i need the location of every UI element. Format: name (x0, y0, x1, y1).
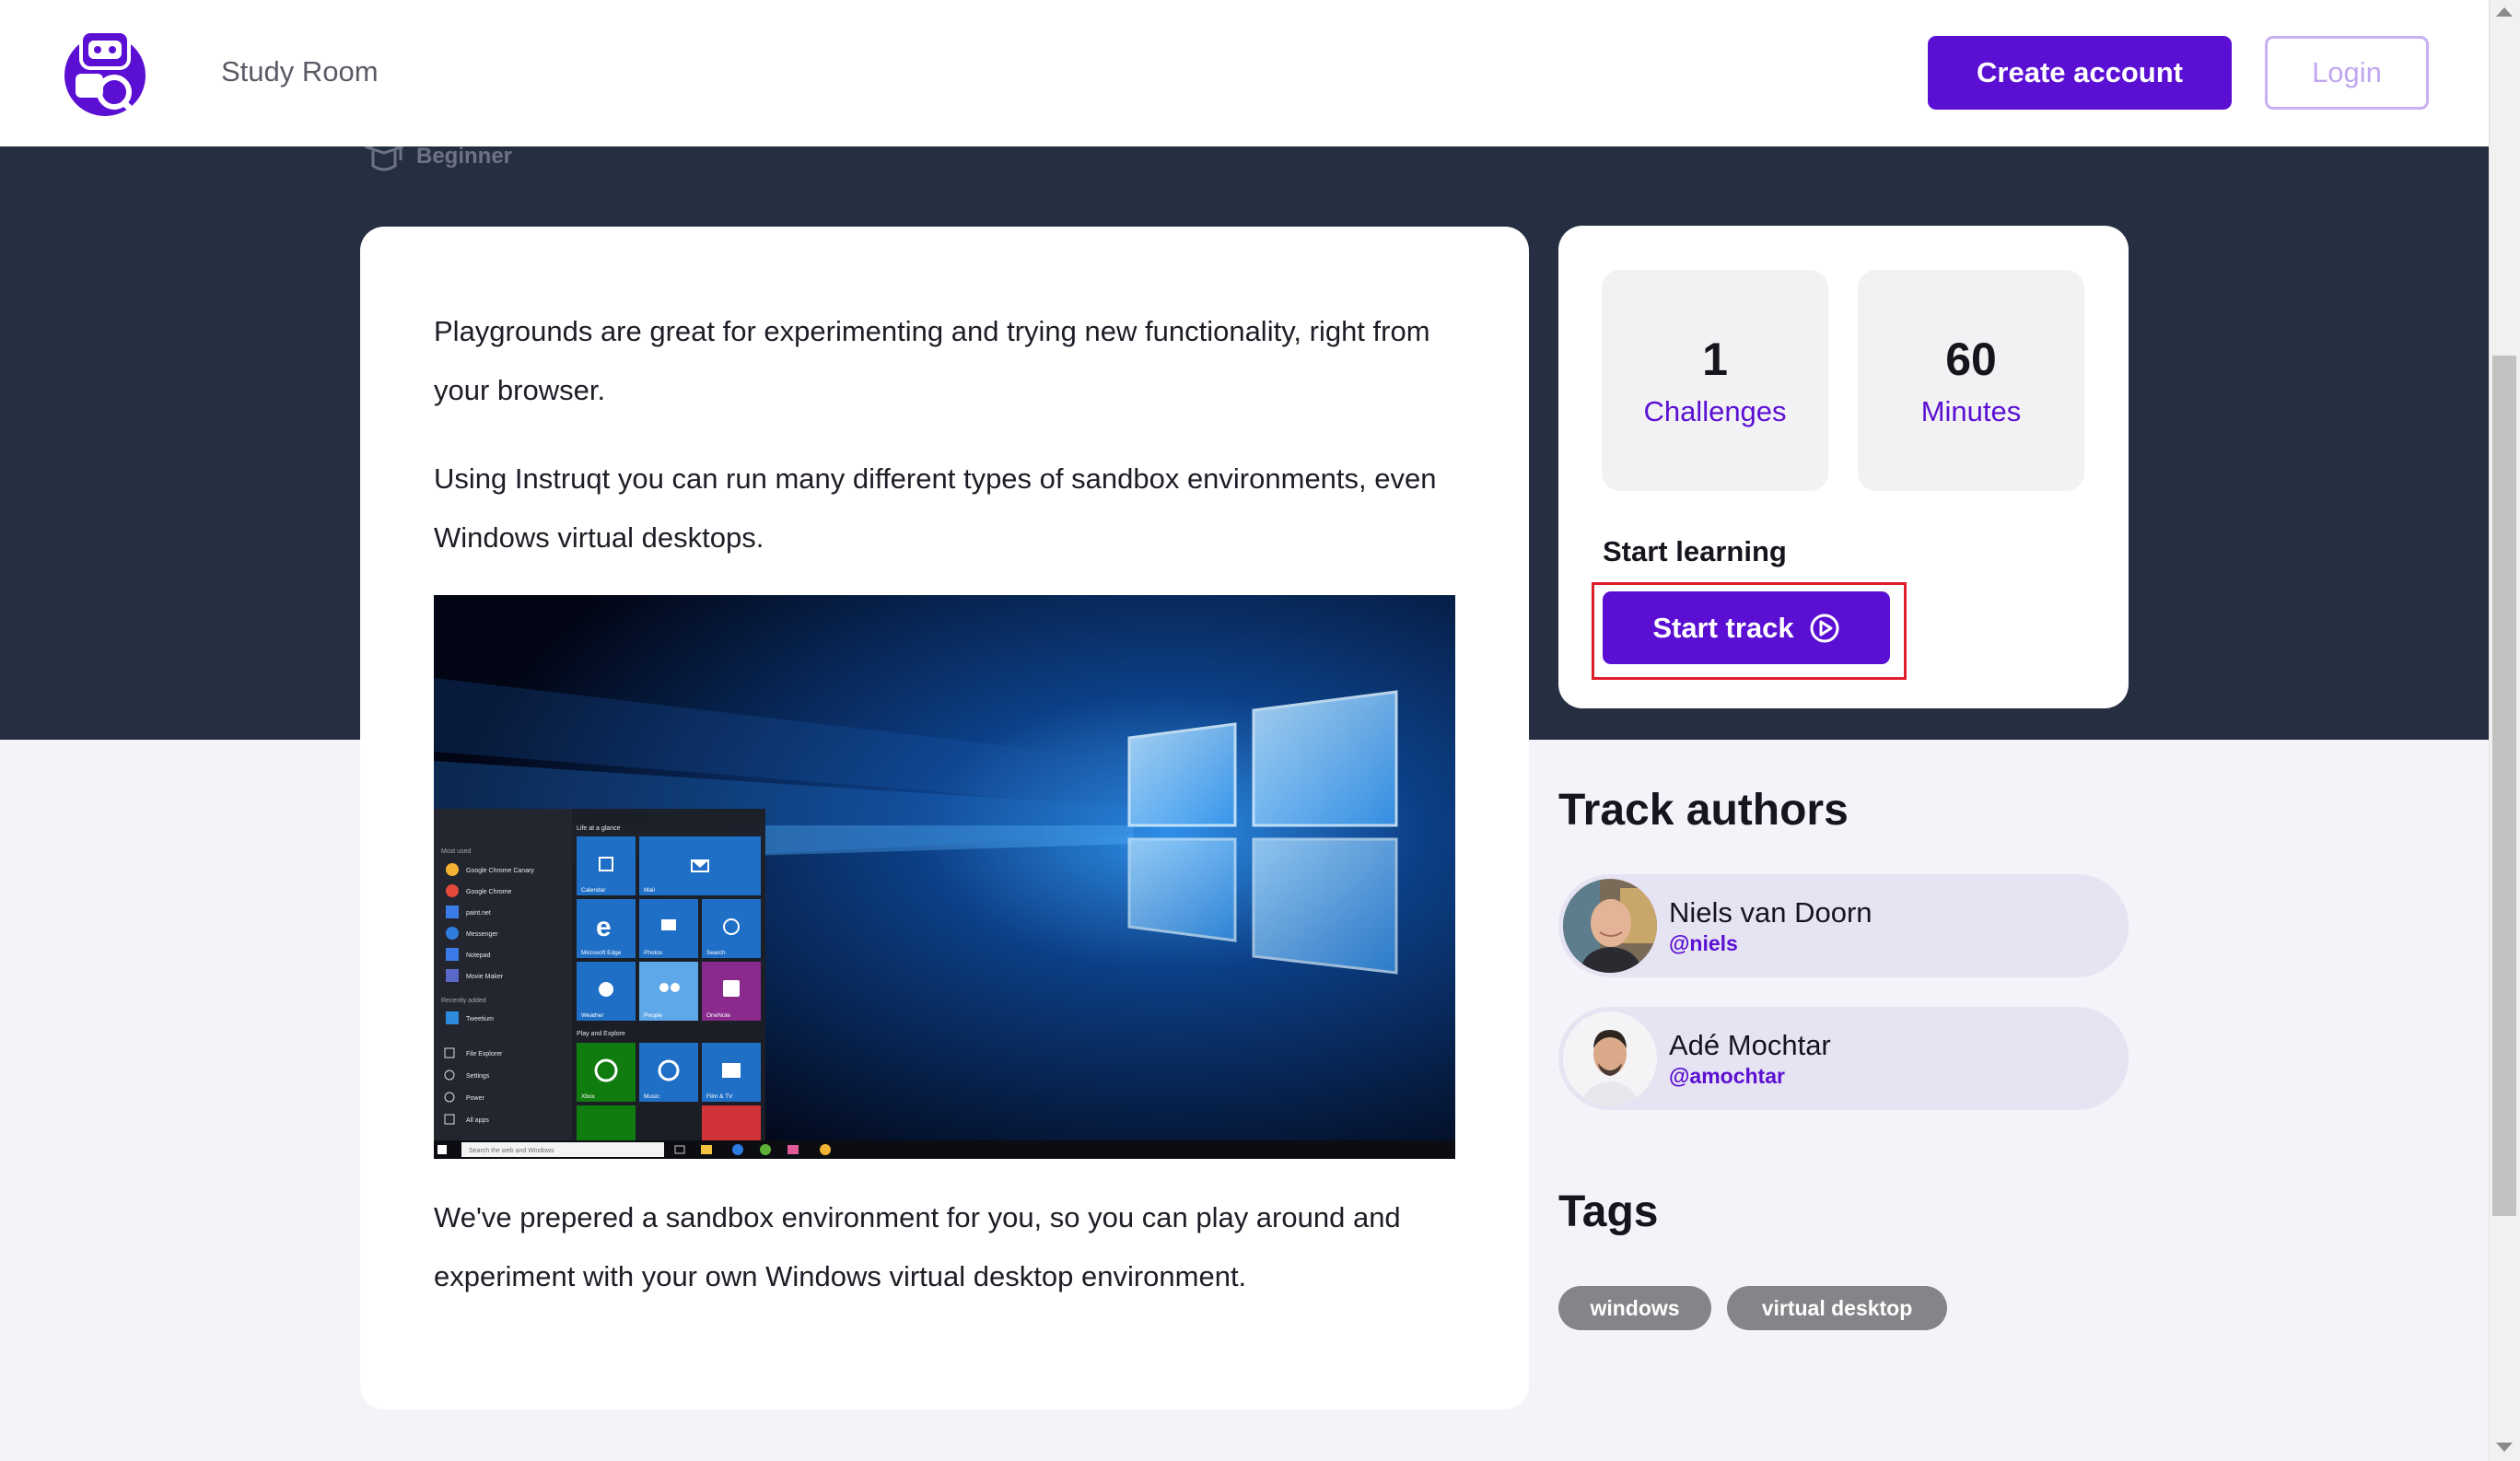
author-card[interactable]: Adé Mochtar @amochtar (1558, 1007, 2129, 1110)
track-description-card: Playgrounds are great for experimenting … (360, 227, 1529, 1409)
start-menu-item: Movie Maker (466, 974, 504, 980)
description-paragraph-2: Using Instruqt you can run many differen… (434, 462, 1437, 554)
avatar (1563, 1011, 1657, 1105)
scroll-down-arrow-icon[interactable] (2496, 1443, 2513, 1452)
tile-label: Microsoft Edge (581, 950, 622, 956)
start-menu-item: Settings (466, 1073, 490, 1080)
minutes-count: 60 (1945, 333, 1997, 385)
author-handle: @niels (1669, 931, 1738, 955)
play-and-explore-heading: Play and Explore (577, 1031, 625, 1037)
description-paragraph-1: Playgrounds are great for experimenting … (434, 315, 1430, 406)
start-menu-item: Google Chrome Canary (466, 868, 534, 874)
tile-label: Search (706, 950, 726, 956)
track-overview-card: 1 Challenges 60 Minutes Start learning S… (1558, 226, 2129, 708)
login-button[interactable]: Login (2265, 36, 2429, 110)
start-menu-item: Notepad (466, 953, 491, 959)
tile-label: Xbox (581, 1093, 596, 1100)
start-learning-label: Start learning (1603, 535, 1787, 567)
brand-name[interactable]: Study Room (221, 55, 379, 88)
start-menu-item: Tweetium (466, 1016, 494, 1023)
tile-label: Weather (581, 1012, 604, 1019)
tag-virtual-desktop[interactable]: virtual desktop (1727, 1286, 1947, 1330)
start-menu-item: Power (466, 1095, 485, 1102)
most-used-heading: Most used (441, 848, 471, 855)
taskbar-search-box: Search the web and Windows (469, 1148, 554, 1154)
robot-logo-icon[interactable] (57, 26, 153, 122)
start-menu-item: Google Chrome (466, 889, 512, 895)
avatar (1563, 879, 1657, 973)
top-navbar: Study Room Create account Login (0, 0, 2489, 146)
tile-label: Mail (644, 887, 655, 894)
scroll-up-arrow-icon[interactable] (2496, 7, 2513, 17)
author-card[interactable]: Niels van Doorn @niels (1558, 874, 2129, 977)
tile-label: People (644, 1012, 663, 1019)
start-menu-item: File Explorer (466, 1051, 503, 1058)
scrollbar-thumb[interactable] (2492, 356, 2516, 1216)
recently-added-heading: Recently added (441, 998, 486, 1004)
author-name: Adé Mochtar (1669, 1029, 1831, 1061)
tile-label: Film & TV (706, 1093, 733, 1100)
minutes-stat: 60 Minutes (1858, 270, 2084, 491)
author-handle: @amochtar (1669, 1064, 1785, 1088)
author-name: Niels van Doorn (1669, 896, 1872, 929)
tile-label: OneNote (706, 1012, 730, 1019)
start-menu-item: paint.net (466, 910, 491, 917)
create-account-button[interactable]: Create account (1928, 36, 2232, 110)
challenges-stat: 1 Challenges (1602, 270, 1828, 491)
tag-windows[interactable]: windows (1558, 1286, 1711, 1330)
windows-desktop-screenshot: Most used Google Chrome Canary Google Ch… (434, 595, 1455, 1159)
track-authors-heading: Track authors (1558, 786, 1849, 835)
challenges-label: Challenges (1643, 395, 1787, 427)
level-label: Beginner (416, 144, 513, 169)
tile-label: Music (644, 1093, 660, 1100)
start-menu-item: Messenger (466, 931, 498, 938)
challenges-count: 1 (1702, 333, 1728, 385)
play-circle-icon (1810, 614, 1839, 642)
tags-heading: Tags (1558, 1187, 1659, 1236)
tile-label: Photos (644, 950, 663, 956)
tile-label: Calendar (581, 887, 606, 894)
start-menu-item: All apps (466, 1117, 489, 1124)
minutes-label: Minutes (1920, 395, 2022, 427)
start-track-label: Start track (1652, 611, 1794, 644)
life-at-a-glance-heading: Life at a glance (577, 825, 621, 832)
start-track-button[interactable]: Start track (1603, 591, 1890, 664)
description-paragraph-3: We've prepered a sandbox environment for… (434, 1201, 1401, 1292)
svg-text:e: e (596, 912, 612, 942)
